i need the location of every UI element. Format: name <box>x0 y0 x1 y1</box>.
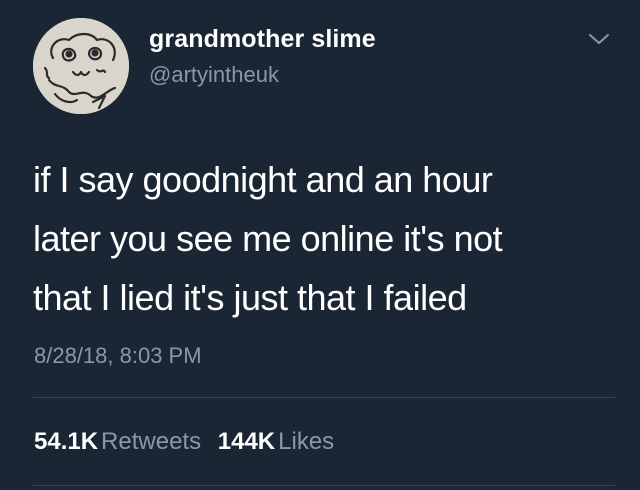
tweet-text: if I say goodnight and an hour later you… <box>33 150 613 327</box>
divider <box>33 397 615 398</box>
tweet-text-line: later you see me online it's not <box>33 218 503 259</box>
tweet-card: grandmother slime @artyintheuk if I say … <box>0 0 640 490</box>
user-handle[interactable]: @artyintheuk <box>149 62 279 88</box>
chevron-down-icon[interactable] <box>586 30 612 48</box>
retweets-count: 54.1K <box>34 428 99 455</box>
likes-stat[interactable]: 144K Likes <box>218 428 334 456</box>
retweets-label: Retweets <box>101 428 202 455</box>
tweet-text-line: that I lied it's just that I failed <box>33 277 467 318</box>
avatar[interactable] <box>33 18 129 114</box>
tweet-text-line: if I say goodnight and an hour <box>33 159 493 200</box>
display-name[interactable]: grandmother slime <box>149 25 376 54</box>
tweet-stats: 54.1K Retweets 144K Likes <box>34 428 344 456</box>
likes-label: Likes <box>278 428 335 455</box>
tweet-timestamp[interactable]: 8/28/18, 8:03 PM <box>34 343 202 369</box>
divider <box>33 485 615 486</box>
doodle-face-icon <box>33 18 129 114</box>
likes-count: 144K <box>217 428 276 455</box>
retweets-stat[interactable]: 54.1K Retweets <box>34 428 201 456</box>
